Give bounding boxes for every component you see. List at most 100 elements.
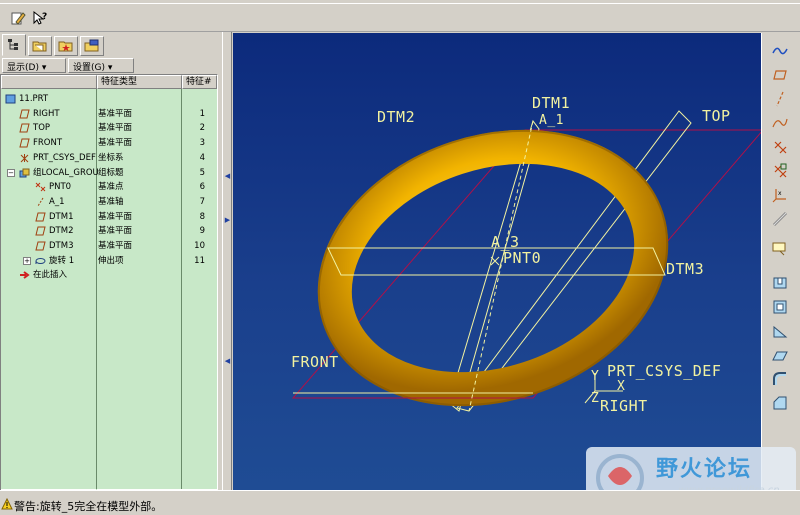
- expand-toggle-icon[interactable]: +: [23, 256, 31, 265]
- tree-row-number: 6: [199, 182, 205, 193]
- favorites-icon[interactable]: [54, 36, 78, 56]
- datum-plane-tool-icon[interactable]: [770, 65, 790, 85]
- navigator-menus: 显示(D) ▾ 设置(G) ▾: [2, 58, 218, 73]
- tree-row-name: A_1: [49, 196, 65, 207]
- rib-tool-icon[interactable]: [770, 321, 790, 341]
- datum-axis-tool-icon[interactable]: [770, 89, 790, 109]
- chamfer-tool-icon[interactable]: [770, 393, 790, 413]
- torus-solid[interactable]: [303, 108, 683, 429]
- tree-row[interactable]: PRT_CSYS_DEF 坐标系 4: [1, 151, 217, 166]
- tree-row-number: 7: [199, 196, 205, 207]
- tree-row[interactable]: A_1 基准轴 7: [1, 195, 217, 210]
- datum-plane-icon: [35, 241, 46, 251]
- csys-tool-icon[interactable]: x: [770, 185, 790, 205]
- tree-row-number: 11: [194, 255, 205, 266]
- tree-row[interactable]: 11.PRT: [1, 92, 217, 107]
- hole-tool-icon[interactable]: [770, 273, 790, 293]
- navigator-panel: 显示(D) ▾ 设置(G) ▾ 特征类型 特征# 11.PRT RIGHT 基准平面…: [0, 32, 222, 506]
- tree-row-name: 11.PRT: [19, 94, 49, 104]
- whats-this-help-icon[interactable]: ?: [30, 8, 50, 28]
- sketch-tool-icon[interactable]: [770, 41, 790, 61]
- label-csys-y: Y: [591, 369, 600, 384]
- datum-plane-icon: [35, 212, 46, 222]
- label-prt-csys-def: PRT_CSYS_DEF: [607, 362, 722, 380]
- tree-row[interactable]: + 旋转 1 伸出项 11: [1, 254, 217, 269]
- csys-icon: [19, 153, 30, 163]
- connections-icon[interactable]: [80, 36, 104, 56]
- tree-row[interactable]: TOP 基准平面 2: [1, 121, 217, 136]
- tree-row-number: 9: [199, 226, 205, 237]
- tree-row[interactable]: DTM1 基准平面 8: [1, 210, 217, 225]
- folder-browser-icon[interactable]: [28, 36, 52, 56]
- svg-text:x: x: [778, 190, 782, 197]
- svg-text:?: ?: [42, 12, 47, 22]
- tree-row[interactable]: − 组LOCAL_GROU 组标题 5: [1, 166, 217, 181]
- tree-row-type: 基准平面: [98, 108, 133, 119]
- tree-row-type: 坐标系: [98, 152, 124, 163]
- insert-feature-icon[interactable]: [770, 239, 790, 259]
- tree-row-number: 2: [199, 123, 205, 134]
- datum-point-icon: [35, 182, 46, 192]
- analysis-feature-icon[interactable]: [770, 209, 790, 229]
- label-front: FRONT: [291, 353, 339, 371]
- datum-plane-icon: [19, 123, 30, 133]
- offset-point-tool-icon[interactable]: [770, 161, 790, 181]
- point-pnt0: [490, 256, 500, 266]
- insert-here-icon: [19, 270, 30, 280]
- datum-plane-icon: [19, 109, 30, 119]
- label-top: TOP: [702, 107, 731, 125]
- label-pnt0: PNT0: [503, 249, 542, 267]
- tree-row-name: 组LOCAL_GROU: [33, 167, 99, 178]
- tree-row-name: RIGHT: [33, 108, 60, 119]
- warning-icon: [1, 498, 13, 510]
- model-tree-icon[interactable]: [2, 34, 26, 56]
- column-header-type[interactable]: 特征类型: [97, 75, 182, 89]
- datum-plane-icon: [19, 138, 30, 148]
- toolbar-grip: [0, 0, 800, 4]
- tree-row-type: 基准轴: [98, 196, 124, 207]
- column-header-num[interactable]: 特征#: [182, 75, 217, 89]
- tree-row-number: 5: [199, 167, 205, 178]
- datum-plane-icon: [35, 226, 46, 236]
- navigator-tabs: [2, 34, 220, 56]
- tree-row-name: PRT_CSYS_DEF: [33, 152, 96, 163]
- panel-sash[interactable]: ◀ ▶ ◀: [222, 32, 232, 490]
- revolve-icon: [35, 256, 46, 266]
- shell-tool-icon[interactable]: [770, 297, 790, 317]
- tree-row-number: 1: [199, 108, 205, 119]
- draft-tool-icon[interactable]: [770, 345, 790, 365]
- tree-row-number: 8: [199, 211, 205, 222]
- tree-row[interactable]: PNT0 基准点 6: [1, 180, 217, 195]
- tree-row-number: 10: [194, 241, 205, 251]
- expand-toggle-icon[interactable]: −: [7, 168, 15, 177]
- tree-row[interactable]: 在此插入: [1, 268, 217, 283]
- edit-pencil-icon[interactable]: [8, 8, 28, 28]
- forum-title: 野火论坛: [656, 457, 753, 482]
- datum-curve-tool-icon[interactable]: [770, 113, 790, 133]
- tree-row[interactable]: RIGHT 基准平面 1: [1, 107, 217, 122]
- round-tool-icon[interactable]: [770, 369, 790, 389]
- expand-right-arrow[interactable]: ▶: [224, 216, 231, 224]
- tree-row-type: 基准点: [98, 182, 124, 193]
- tree-row-name: DTM3: [49, 241, 74, 251]
- part-icon: [5, 94, 16, 104]
- tree-row[interactable]: DTM2 基准平面 9: [1, 224, 217, 239]
- settings-menu-button[interactable]: 设置(G) ▾: [68, 58, 134, 73]
- tree-row-name: FRONT: [33, 138, 63, 149]
- datum-point-tool-icon[interactable]: [770, 137, 790, 157]
- graphics-viewport[interactable]: DTM1 DTM2 TOP A_1 A_3 PNT0 DTM3 FRONT PR…: [233, 33, 761, 490]
- feature-toolbar: x: [761, 33, 800, 490]
- column-header-name[interactable]: [1, 75, 97, 89]
- tree-row[interactable]: DTM3 基准平面 10: [1, 239, 217, 254]
- model-tree[interactable]: 特征类型 特征# 11.PRT RIGHT 基准平面 1 TOP 基准平面 2 FRONT 基准…: [0, 74, 218, 506]
- collapse-left-arrow[interactable]: ◀: [224, 357, 231, 365]
- collapse-left-arrow[interactable]: ◀: [224, 172, 231, 180]
- show-menu-button[interactable]: 显示(D) ▾: [2, 58, 66, 73]
- tree-row-number: 4: [199, 152, 205, 163]
- tree-row-type: 组标题: [98, 167, 124, 178]
- label-a1: A_1: [539, 113, 564, 128]
- label-csys-z: Z: [591, 391, 600, 406]
- tree-row[interactable]: FRONT 基准平面 3: [1, 136, 217, 151]
- tree-row-type: 基准平面: [98, 123, 133, 134]
- tree-row-type: 基准平面: [98, 211, 133, 222]
